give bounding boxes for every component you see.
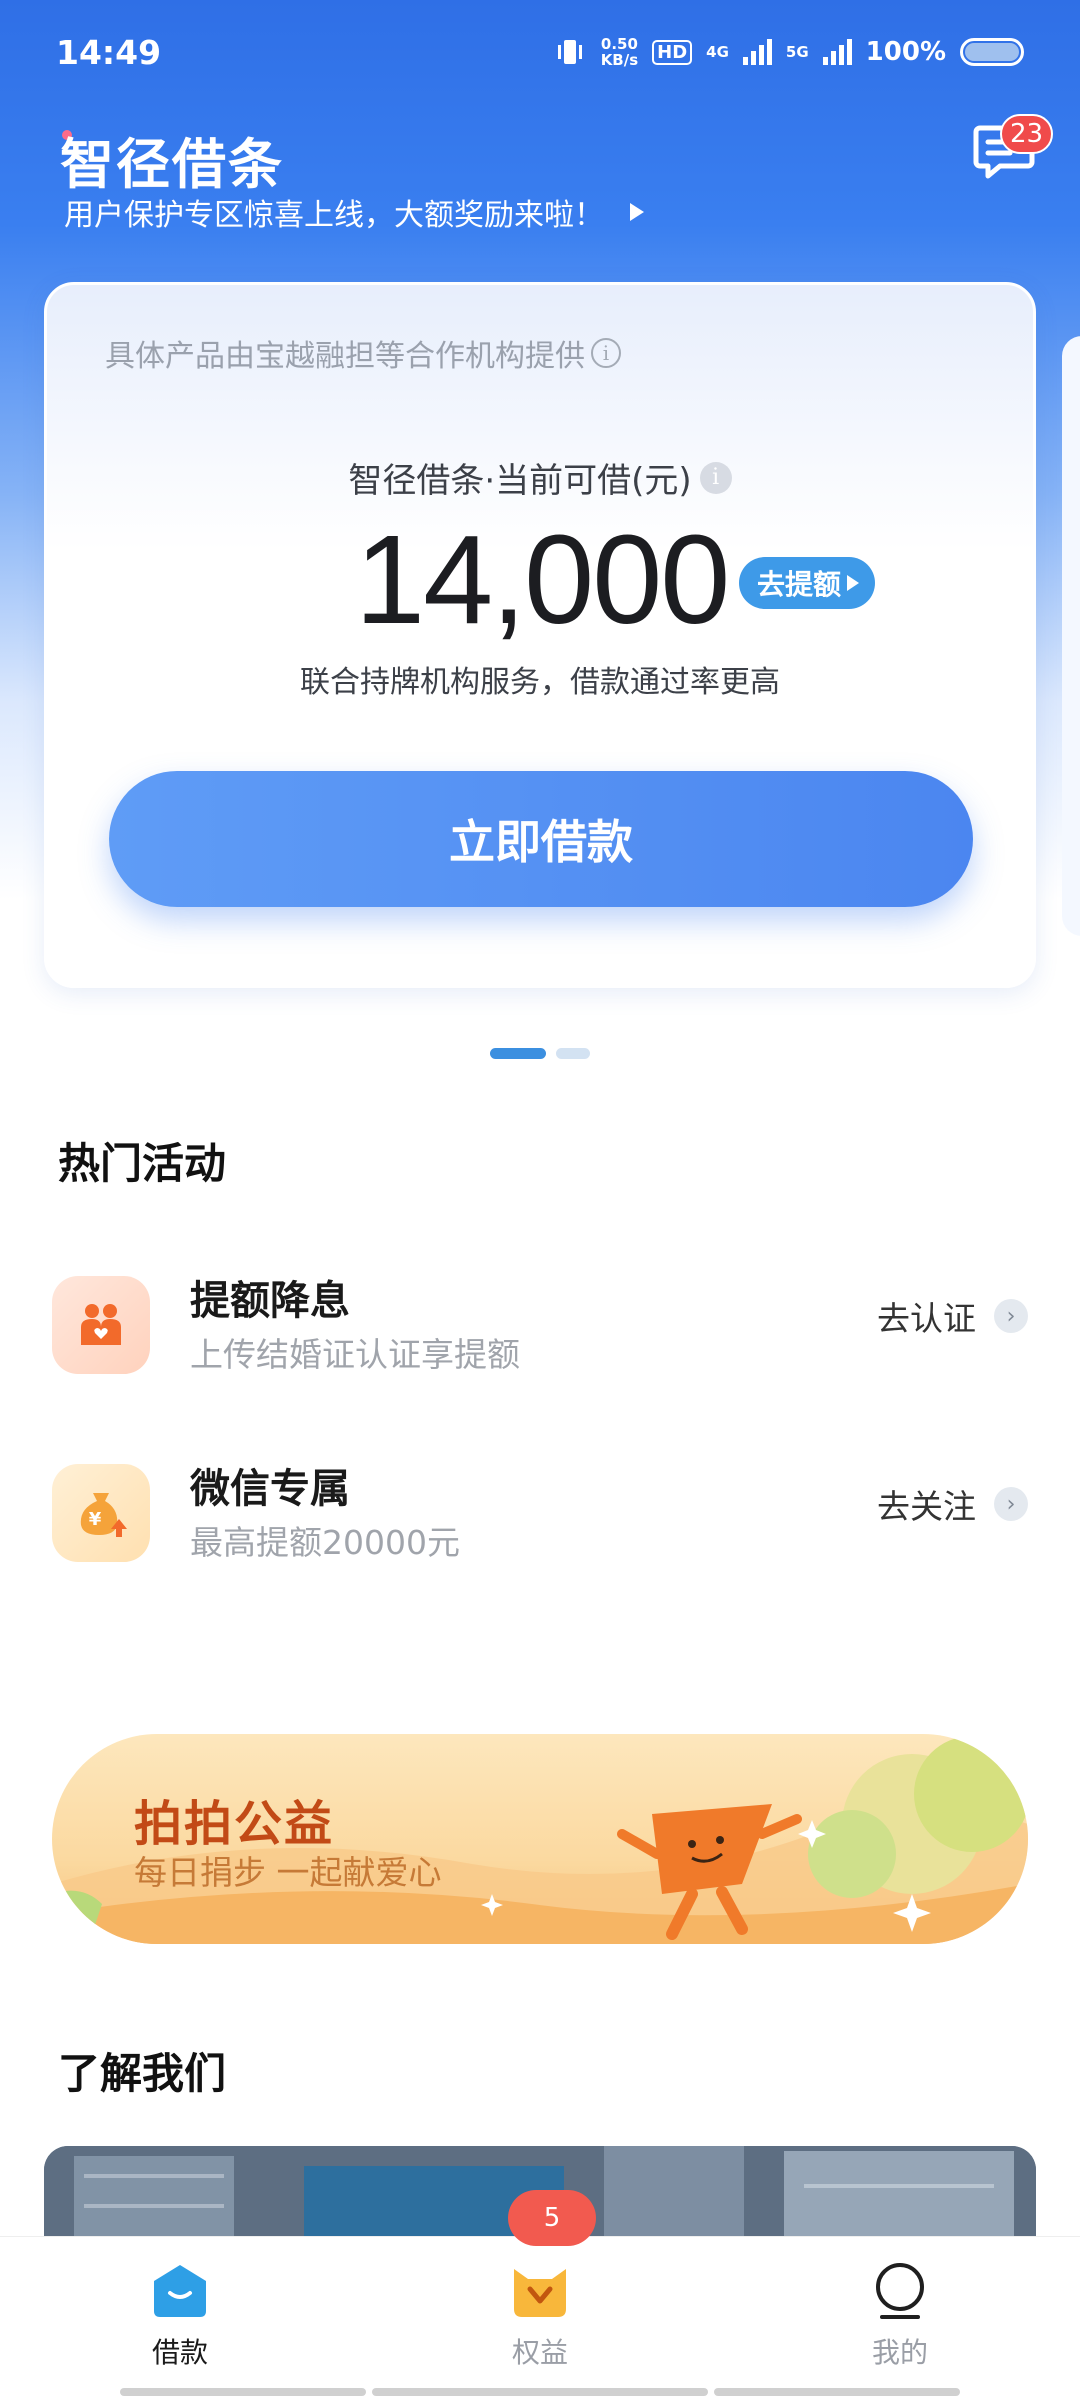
- activity-subtitle: 上传结婚证认证享提额: [190, 1335, 520, 1374]
- activity-title: 提额降息: [190, 1278, 350, 1324]
- loan-card: 具体产品由宝越融担等合作机构提供 i 智径借条·当前可借(元) i 14,000…: [44, 282, 1036, 988]
- couple-icon: [52, 1276, 150, 1374]
- signal-icon-2: [822, 39, 852, 65]
- card-subtitle: 联合持牌机构服务，借款通过率更高: [300, 665, 780, 700]
- message-badge: 23: [1000, 114, 1054, 154]
- net-speed: 0.50 KB/s: [600, 35, 639, 69]
- net-4g: 4G: [706, 43, 729, 61]
- borrow-now-button[interactable]: 立即借款: [109, 771, 973, 907]
- nav-item-rights[interactable]: 权益: [450, 2261, 630, 2371]
- activity-item[interactable]: ¥ 微信专属 最高提额20000元 去关注 ›: [52, 1456, 1028, 1566]
- nav-label: 权益: [511, 2336, 568, 2369]
- activity-action-label: 去关注: [877, 1487, 976, 1526]
- carousel-dot: [556, 1048, 590, 1059]
- nav-label: 我的: [871, 2336, 928, 2369]
- home-bag-icon: [150, 2261, 210, 2321]
- battery-icon: [960, 38, 1024, 66]
- available-amount: 14,000: [355, 509, 730, 650]
- raise-limit-button[interactable]: 去提额: [739, 557, 876, 609]
- next-card-peek[interactable]: [1062, 336, 1080, 936]
- chevron-right-icon: ›: [994, 1299, 1028, 1333]
- money-bag-icon: ¥: [52, 1464, 150, 1562]
- info-icon: i: [591, 338, 621, 368]
- activity-title: 微信专属: [190, 1466, 350, 1512]
- carousel-indicator: [490, 1048, 590, 1059]
- app-title: 智径借条: [60, 133, 284, 196]
- bottom-nav: 借款 权益 我的: [0, 2236, 1080, 2400]
- nav-item-mine[interactable]: 我的: [810, 2261, 990, 2371]
- play-arrow-icon: [847, 575, 860, 591]
- available-text: 智径借条·当前可借(元): [348, 461, 692, 501]
- gesture-bar: [714, 2388, 960, 2396]
- promo-text: 用户保护专区惊喜上线，大额奖励来啦！: [64, 198, 604, 233]
- status-time: 14:49: [56, 32, 162, 72]
- hot-activities-title: 热门活动: [58, 1139, 227, 1188]
- chevron-right-icon: ›: [994, 1487, 1028, 1521]
- hd-icon: HD: [652, 39, 693, 65]
- info-icon[interactable]: i: [699, 461, 732, 494]
- activity-action[interactable]: 去认证 ›: [877, 1292, 1028, 1340]
- promo-link[interactable]: 用户保护专区惊喜上线，大额奖励来啦！: [64, 190, 644, 234]
- status-bar: 14:49 0.50 KB/s HD 4G 5G 100%: [0, 0, 1080, 104]
- nav-item-loan[interactable]: 借款: [90, 2261, 270, 2371]
- gesture-bar: [120, 2388, 366, 2396]
- activity-action[interactable]: 去关注 ›: [877, 1480, 1028, 1528]
- rights-badge: 5: [508, 2190, 596, 2246]
- banner-subtitle: 每日捐步 一起献爱心: [134, 1853, 442, 1892]
- available-label: 智径借条·当前可借(元) i: [47, 453, 1033, 502]
- play-arrow-icon: [630, 203, 644, 221]
- carousel-dot-active: [490, 1048, 546, 1059]
- battery-percent: 100%: [865, 37, 946, 67]
- raise-label: 去提额: [757, 568, 842, 601]
- gesture-bar: [372, 2388, 708, 2396]
- banner-title: 拍拍公益: [134, 1796, 335, 1852]
- nav-label: 借款: [151, 2336, 208, 2369]
- activity-subtitle: 最高提额20000元: [190, 1523, 460, 1562]
- activity-item[interactable]: 提额降息 上传结婚证认证享提额 去认证 ›: [52, 1268, 1028, 1378]
- charity-banner[interactable]: 拍拍公益 每日捐步 一起献爱心: [52, 1734, 1028, 1944]
- provider-text: 具体产品由宝越融担等合作机构提供: [105, 339, 585, 374]
- provider-note[interactable]: 具体产品由宝越融担等合作机构提供 i: [105, 331, 621, 375]
- net-5g: 5G: [785, 43, 809, 61]
- about-title: 了解我们: [58, 2049, 227, 2098]
- vibrate-icon: [557, 40, 582, 64]
- profile-icon: [870, 2261, 930, 2321]
- signal-icon: [742, 39, 772, 65]
- activity-action-label: 去认证: [877, 1299, 976, 1338]
- svg-text:¥: ¥: [89, 1509, 102, 1530]
- rights-icon: [510, 2261, 570, 2321]
